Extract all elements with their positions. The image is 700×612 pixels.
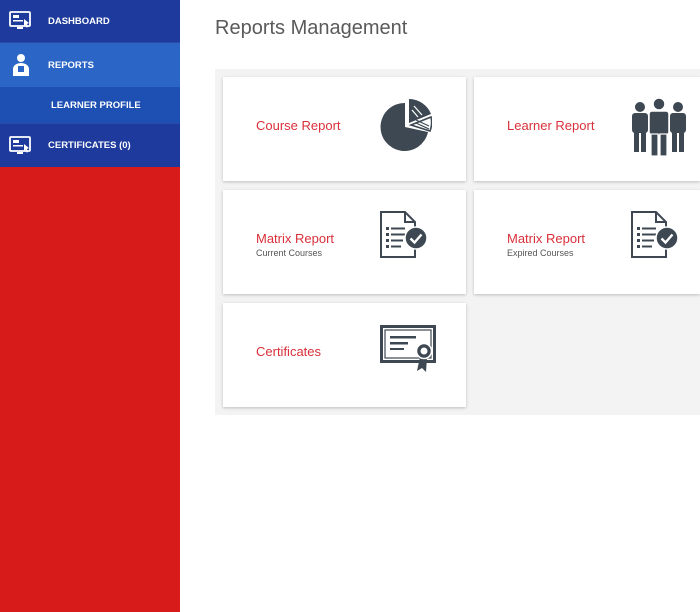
sidebar: DASHBOARD REPORTS LEARNER PROFILE CERTIF… (0, 0, 180, 612)
matrix-report-current-card[interactable]: Matrix Report Current Courses (223, 190, 466, 294)
card-subtitle: Expired Courses (507, 248, 574, 258)
sidebar-item-dashboard[interactable]: DASHBOARD (0, 0, 180, 43)
certificate-icon (378, 323, 440, 378)
sidebar-item-learner-profile[interactable]: LEARNER PROFILE (0, 87, 180, 123)
dashboard-icon (9, 9, 33, 33)
matrix-report-expired-card[interactable]: Matrix Report Expired Courses (474, 190, 700, 294)
certificates-icon (9, 134, 33, 158)
document-check-icon (378, 210, 430, 265)
sidebar-item-label: DASHBOARD (48, 15, 110, 27)
card-title: Matrix Report (507, 231, 586, 246)
card-subtitle: Current Courses (256, 248, 323, 258)
card-title: Course Report (256, 118, 341, 133)
sidebar-item-label: CERTIFICATES (0) (48, 140, 131, 151)
people-icon (629, 97, 689, 161)
card-title: Certificates (256, 344, 322, 359)
sidebar-item-reports[interactable]: REPORTS (0, 43, 180, 87)
learner-report-card[interactable]: Learner Report (474, 77, 700, 181)
pie-chart-icon (378, 98, 433, 159)
sidebar-item-certificates[interactable]: CERTIFICATES (0) (0, 123, 180, 167)
page-title: Reports Management (215, 17, 408, 39)
certificates-card[interactable]: Certificates (223, 303, 466, 407)
reports-icon (9, 53, 33, 77)
document-check-icon (629, 210, 681, 265)
card-title: Matrix Report (256, 231, 335, 246)
sidebar-item-label: REPORTS (48, 59, 94, 71)
app: DASHBOARD REPORTS LEARNER PROFILE CERTIF… (0, 0, 700, 612)
card-title: Learner Report (507, 118, 595, 133)
sidebar-item-label: LEARNER PROFILE (51, 99, 141, 111)
course-report-card[interactable]: Course Report (223, 77, 466, 181)
